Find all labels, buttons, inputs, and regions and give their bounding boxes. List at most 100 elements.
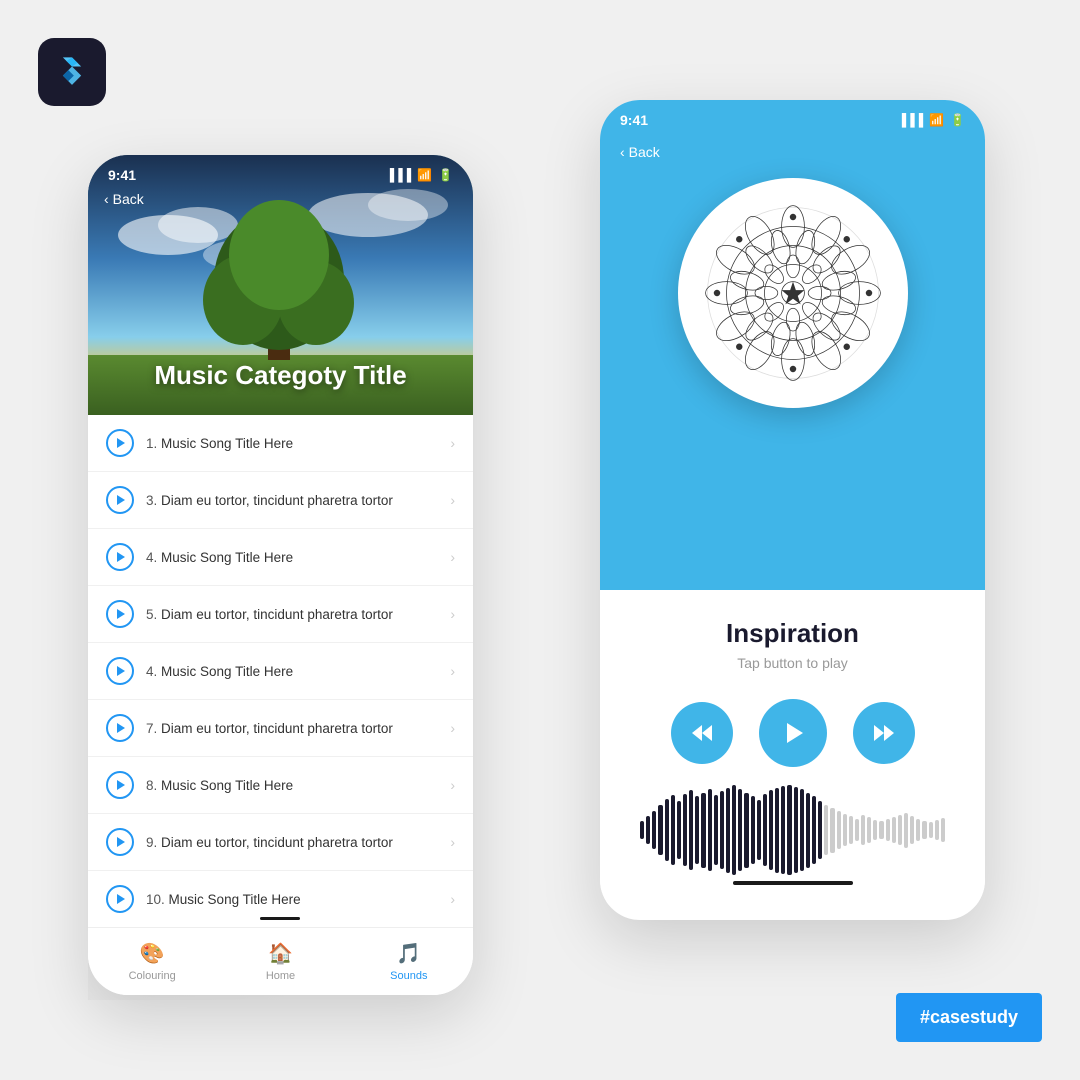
play-icon[interactable] [106,771,134,799]
casestudy-badge: #casestudy [896,993,1042,1042]
waveform-bar [800,789,804,871]
nav-colouring[interactable]: 🎨 Colouring [88,941,216,982]
back-button-left[interactable]: ‹ Back [104,191,144,207]
back-button-right[interactable]: ‹ Back [600,136,985,168]
song-item[interactable]: 5. Diam eu tortor, tincidunt pharetra to… [88,586,473,643]
rewind-button[interactable] [671,702,733,764]
nav-colouring-label: Colouring [129,970,176,982]
back-label-left: Back [113,191,144,207]
waveform-bar [794,787,798,873]
waveform-bar [818,801,822,859]
song-item[interactable]: 8. Music Song Title Here › [88,757,473,814]
play-icon[interactable] [106,543,134,571]
song-number: 3. [146,493,157,508]
chevron-right-icon: › [450,435,455,451]
waveform-bar [732,785,736,875]
song-number: 9. [146,835,157,850]
song-item[interactable]: 9. Diam eu tortor, tincidunt pharetra to… [88,814,473,871]
home-icon: 🏠 [268,941,293,966]
time-right: 9:41 [620,112,648,128]
waveform [630,795,955,865]
waveform-bar [671,795,675,865]
phone-left: 9:41 ▐▐▐ 📶 🔋 ‹ Back Music Categoty Title… [88,155,473,995]
song-title: Music Song Title Here [161,778,293,793]
song-number: 7. [146,721,157,736]
category-title: Music Categoty Title [88,360,473,391]
song-number: 4. [146,550,157,565]
waveform-bar [849,816,853,844]
song-text: 3. Diam eu tortor, tincidunt pharetra to… [146,493,450,508]
waveform-bar [646,816,650,844]
song-item[interactable]: 7. Diam eu tortor, tincidunt pharetra to… [88,700,473,757]
wifi-icon: 📶 [417,168,432,182]
waveform-bar [726,788,730,873]
song-item[interactable]: 3. Diam eu tortor, tincidunt pharetra to… [88,472,473,529]
waveform-bar [701,793,705,868]
waveform-bar [652,811,656,849]
chevron-right-icon: › [450,891,455,907]
song-title: Music Song Title Here [161,664,293,679]
play-icon[interactable] [106,600,134,628]
waveform-bar [763,794,767,866]
waveform-bar [781,786,785,874]
song-item[interactable]: 4. Music Song Title Here › [88,529,473,586]
nav-home[interactable]: 🏠 Home [216,941,344,982]
status-bar-right: 9:41 ▐▐▐ 📶 🔋 [600,100,985,136]
waveform-bar [904,813,908,848]
waveform-bar [751,796,755,864]
song-title: Diam eu tortor, tincidunt pharetra torto… [161,607,393,622]
player-song-title: Inspiration [726,618,859,649]
header-image: 9:41 ▐▐▐ 📶 🔋 ‹ Back Music Categoty Title [88,155,473,415]
nav-sounds[interactable]: 🎵 Sounds [345,941,473,982]
song-number: 10. [146,892,165,907]
signal-icon: ▐▐▐ [386,168,412,182]
waveform-bar [879,821,883,839]
chevron-right-icon: › [450,834,455,850]
song-title: Diam eu tortor, tincidunt pharetra torto… [161,835,393,850]
waveform-bar [867,817,871,843]
song-item[interactable]: 1. Music Song Title Here › [88,415,473,472]
waveform-bar [929,822,933,838]
player-header: 9:41 ▐▐▐ 📶 🔋 ‹ Back [600,100,985,590]
album-art [678,178,908,408]
waveform-bar [744,793,748,868]
waveform-bar [861,815,865,845]
play-icon[interactable] [106,828,134,856]
play-icon[interactable] [106,885,134,913]
song-title: Music Song Title Here [161,550,293,565]
sounds-icon: 🎵 [396,941,421,966]
waveform-bar [837,811,841,849]
song-item[interactable]: 4. Music Song Title Here › [88,643,473,700]
forward-button[interactable] [853,702,915,764]
waveform-bar [916,819,920,841]
play-icon[interactable] [106,657,134,685]
song-text: 1. Music Song Title Here [146,436,450,451]
song-text: 4. Music Song Title Here [146,664,450,679]
waveform-bar [640,821,644,839]
play-icon[interactable] [106,714,134,742]
status-bar-left: 9:41 ▐▐▐ 📶 🔋 [88,155,473,191]
waveform-bar [695,796,699,864]
phone-right: 9:41 ▐▐▐ 📶 🔋 ‹ Back [600,100,985,920]
wifi-icon-r: 📶 [929,113,944,127]
waveform-bar [665,799,669,861]
song-title: Music Song Title Here [169,892,301,907]
play-button[interactable] [759,699,827,767]
home-indicator [733,881,853,885]
chevron-left-icon-r: ‹ [620,144,625,160]
time-left: 9:41 [108,167,136,183]
song-number: 1. [146,436,157,451]
waveform-bar [775,788,779,873]
song-title: Diam eu tortor, tincidunt pharetra torto… [161,721,393,736]
song-text: 7. Diam eu tortor, tincidunt pharetra to… [146,721,450,736]
chevron-right-icon: › [450,549,455,565]
song-text: 4. Music Song Title Here [146,550,450,565]
song-text: 8. Music Song Title Here [146,778,450,793]
song-number: 4. [146,664,157,679]
waveform-bar [812,796,816,864]
play-icon[interactable] [106,429,134,457]
bottom-nav: 🎨 Colouring 🏠 Home 🎵 Sounds [88,927,473,995]
flutter-logo [38,38,106,106]
play-icon[interactable] [106,486,134,514]
back-label-right: Back [629,144,660,160]
